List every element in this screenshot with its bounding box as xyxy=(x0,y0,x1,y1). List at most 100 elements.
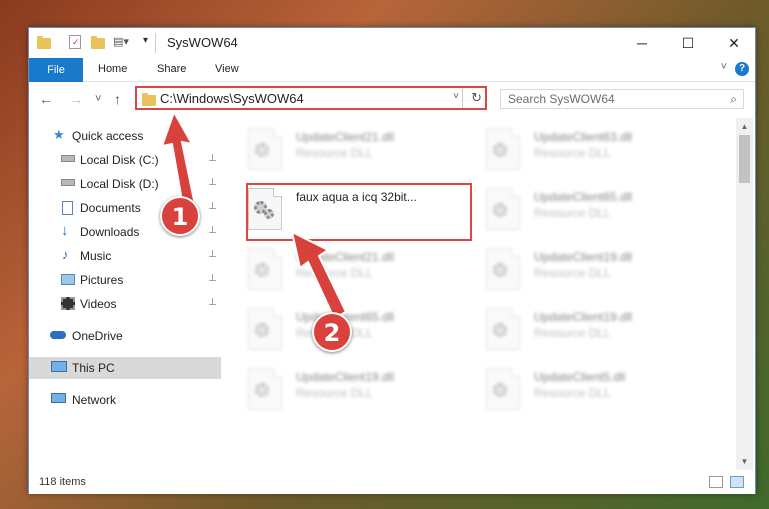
large-icons-view-icon[interactable] xyxy=(730,476,744,488)
list-item[interactable]: UpdateClient21.dll Resource DLL xyxy=(248,124,478,180)
pin-icon[interactable]: ⊥ xyxy=(208,249,217,260)
dll-file-icon xyxy=(486,128,520,170)
sidebar-item-label: Music xyxy=(80,249,112,263)
dll-file-icon xyxy=(486,368,520,410)
sidebar-item-label: Local Disk (C:) xyxy=(80,153,159,167)
vertical-scrollbar[interactable]: ▲ ▼ xyxy=(736,118,753,470)
maximize-button[interactable]: ☐ xyxy=(665,28,711,58)
list-item[interactable]: UpdateClient21.dll Resource DLL xyxy=(248,244,478,300)
help-icon[interactable]: ? xyxy=(735,62,749,76)
forward-button[interactable]: → xyxy=(69,91,83,107)
window-title: SysWOW64 xyxy=(167,35,238,50)
dll-file-icon xyxy=(248,308,282,350)
refresh-button[interactable]: ↻ xyxy=(471,90,482,106)
file-type: Resource DLL xyxy=(534,206,611,220)
file-type: Resource DLL xyxy=(534,146,611,160)
tab-home[interactable]: Home xyxy=(98,63,127,75)
sidebar-item-pictures[interactable]: Pictures ⊥ xyxy=(29,269,221,291)
music-icon: ♪ xyxy=(62,247,69,262)
sidebar-item-label: Pictures xyxy=(80,273,124,287)
file-type: Resource DLL xyxy=(296,386,373,400)
sidebar-item-network[interactable]: Network xyxy=(29,389,221,411)
status-bar: 118 items xyxy=(29,470,755,494)
dll-file-icon xyxy=(248,128,282,170)
drive-icon xyxy=(61,155,75,162)
dll-file-icon xyxy=(486,248,520,290)
tab-share[interactable]: Share xyxy=(157,63,186,75)
list-item[interactable]: UpdateClient65.dll Resource DLL xyxy=(248,304,478,360)
sidebar-item-label: Documents xyxy=(80,201,141,215)
star-icon: ★ xyxy=(53,127,65,142)
sidebar-item-label: Quick access xyxy=(72,129,144,143)
scroll-thumb[interactable] xyxy=(739,135,750,183)
sidebar-item-music[interactable]: ♪ Music ⊥ xyxy=(29,245,221,267)
view-options-icon[interactable]: ▤▾ xyxy=(113,35,129,53)
address-path[interactable]: C:\Windows\SysWOW64 xyxy=(160,91,304,106)
file-type: Resource DLL xyxy=(534,266,611,280)
sidebar-item-label: This PC xyxy=(72,361,115,375)
pin-icon[interactable]: ⊥ xyxy=(208,225,217,236)
sidebar-item-label: Local Disk (D:) xyxy=(80,177,159,191)
dll-file-icon xyxy=(486,188,520,230)
file-name: UpdateClient19.dll xyxy=(296,370,395,384)
sidebar-item-label: Downloads xyxy=(80,225,140,239)
list-item[interactable]: UpdateClient19.dll Resource DLL xyxy=(248,364,478,420)
cloud-icon xyxy=(50,331,66,339)
list-item[interactable]: UpdateClient5.dll Resource DLL xyxy=(486,364,716,420)
pin-icon[interactable]: ⊥ xyxy=(208,273,217,284)
sidebar-item-label: Network xyxy=(72,393,117,407)
search-input[interactable]: Search SysWOW64 ⌕ xyxy=(500,89,744,109)
search-placeholder: Search SysWOW64 xyxy=(508,92,615,106)
item-count: 118 items xyxy=(39,476,86,488)
network-icon xyxy=(51,393,66,403)
details-view-icon[interactable] xyxy=(709,476,723,488)
sidebar-item-label: OneDrive xyxy=(72,329,123,343)
file-type: Resource DLL xyxy=(296,146,373,160)
pictures-icon xyxy=(61,274,75,285)
sidebar-item-videos[interactable]: Videos ⊥ xyxy=(29,293,221,315)
file-name: UpdateClient19.dll xyxy=(534,250,633,264)
file-type: Resource DLL xyxy=(534,386,611,400)
sidebar-item-label: Videos xyxy=(80,297,117,311)
file-type: Resource DLL xyxy=(534,326,611,340)
dll-file-icon xyxy=(486,308,520,350)
list-item[interactable]: UpdateClient65.dll Resource DLL xyxy=(486,184,716,240)
tab-view[interactable]: View xyxy=(215,63,239,75)
download-icon: ↓ xyxy=(61,222,69,239)
address-bar[interactable]: C:\Windows\SysWOW64 ˅ ↻ xyxy=(135,86,487,110)
tab-file[interactable]: File xyxy=(29,58,83,82)
customize-toolbar-icon[interactable]: ▾ xyxy=(143,35,148,53)
sidebar-item-this-pc[interactable]: This PC xyxy=(29,357,221,379)
back-button[interactable]: ← xyxy=(39,91,53,107)
close-button[interactable]: ✕ xyxy=(711,28,757,58)
videos-icon xyxy=(61,297,75,310)
file-name: UpdateClient5.dll xyxy=(534,370,626,384)
recent-locations-button[interactable]: ˅ xyxy=(95,93,101,105)
list-item[interactable]: UpdateClient19.dll Resource DLL xyxy=(486,304,716,360)
list-item[interactable]: UpdateClient63.dll Resource DLL xyxy=(486,124,716,180)
file-name: UpdateClient65.dll xyxy=(534,190,633,204)
dll-file-icon xyxy=(248,248,282,290)
computer-icon xyxy=(51,361,67,372)
search-icon[interactable]: ⌕ xyxy=(730,92,737,107)
callout-badge-two: 2 xyxy=(312,312,352,352)
pin-icon[interactable]: ⊥ xyxy=(208,297,217,308)
sidebar-item-onedrive[interactable]: OneDrive xyxy=(29,325,221,347)
list-item[interactable]: UpdateClient19.dll Resource DLL xyxy=(486,244,716,300)
file-name: UpdateClient63.dll xyxy=(534,130,633,144)
title-separator xyxy=(155,33,156,53)
scroll-down-icon[interactable]: ▼ xyxy=(736,453,753,470)
up-button[interactable]: ↑ xyxy=(114,91,121,107)
documents-icon xyxy=(62,201,73,215)
drive-icon xyxy=(61,179,75,186)
ribbon-tabs: File Home Share View ˅ ? xyxy=(29,58,755,82)
callout-badge-one: 1 xyxy=(160,196,200,236)
address-dropdown-icon[interactable]: ˅ xyxy=(453,91,459,102)
file-name: UpdateClient19.dll xyxy=(534,310,633,324)
properties-icon[interactable]: ✓ xyxy=(69,35,81,49)
scroll-up-icon[interactable]: ▲ xyxy=(736,118,753,135)
dll-file-icon xyxy=(248,368,282,410)
target-file-highlight xyxy=(246,183,472,241)
minimize-button[interactable]: ─ xyxy=(619,28,665,58)
expand-ribbon-icon[interactable]: ˅ xyxy=(721,61,727,73)
